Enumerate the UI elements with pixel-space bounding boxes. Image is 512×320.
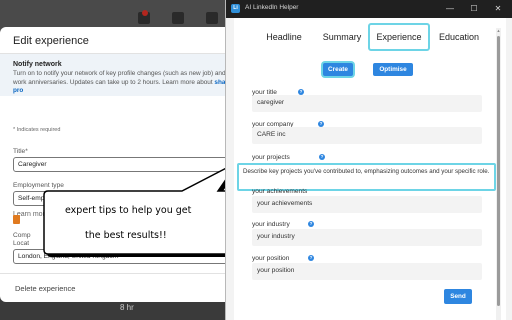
help-icon[interactable]: ? — [319, 154, 325, 160]
scrollbar-thumb[interactable] — [497, 36, 500, 306]
your-achievements-label: your achievements — [252, 188, 308, 195]
projects-tooltip: Describe key projects you've contributed… — [237, 163, 496, 191]
divider — [0, 273, 256, 274]
title-label: Title* — [13, 148, 28, 155]
window-title: AI LinkedIn Helper — [245, 4, 299, 11]
app-icon: Li — [231, 4, 240, 13]
close-button[interactable]: ✕ — [487, 2, 509, 16]
title-bar: Li AI LinkedIn Helper — ☐ ✕ — [226, 0, 512, 18]
required-note: * Indicates required — [13, 127, 61, 133]
briefcase-icon — [206, 12, 218, 24]
company-label: Comp — [13, 232, 31, 239]
tab-education[interactable]: Education — [430, 23, 488, 51]
company-logo-icon — [13, 215, 20, 224]
maximize-button[interactable]: ☐ — [463, 2, 485, 16]
send-button[interactable]: Send — [444, 289, 472, 304]
employment-type-select[interactable]: Self-employed — [13, 191, 238, 206]
location-label: Locat — [13, 240, 30, 247]
your-position-input[interactable]: your position — [252, 263, 482, 280]
your-industry-input[interactable]: your industry — [252, 229, 482, 246]
your-achievements-input[interactable]: your achievements — [252, 196, 482, 213]
notify-network-text: Turn on to notify your network of key pr… — [13, 70, 238, 96]
help-icon[interactable]: ? — [308, 221, 314, 227]
edit-experience-modal: Edit experience Notify network Turn on t… — [0, 27, 256, 302]
bubble-text-line2: the best results!! — [85, 230, 167, 241]
minimize-button[interactable]: — — [439, 2, 461, 16]
background-timestamp: 8 hr — [120, 303, 134, 312]
scroll-up-icon[interactable]: ▲ — [496, 28, 501, 34]
delete-experience-button[interactable]: Delete experience — [15, 284, 75, 293]
your-industry-label: your industry — [252, 221, 290, 228]
your-position-label: your position — [252, 255, 290, 262]
ai-linkedin-helper-window: Li AI LinkedIn Helper — ☐ ✕ Headline Sum… — [225, 0, 512, 320]
helper-panel: Headline Summary Experience Education Cr… — [234, 18, 506, 320]
tab-experience[interactable]: Experience — [368, 23, 430, 51]
title-input[interactable]: Caregiver — [13, 157, 238, 172]
your-company-input[interactable]: CARE inc — [252, 127, 482, 144]
notify-network-title: Notify network — [13, 61, 62, 68]
help-icon[interactable]: ? — [308, 255, 314, 261]
notification-badge — [142, 10, 148, 16]
tab-headline[interactable]: Headline — [256, 23, 312, 51]
your-title-input[interactable]: caregiver — [252, 95, 482, 112]
bubble-text-line1: expert tips to help you get — [65, 205, 192, 216]
optimise-button[interactable]: Optimise — [373, 63, 413, 76]
your-projects-label: your projects — [252, 154, 290, 161]
tab-summary[interactable]: Summary — [314, 23, 370, 51]
modal-title: Edit experience — [13, 35, 89, 47]
employment-type-label: Employment type — [13, 182, 64, 189]
grid-icon — [172, 12, 184, 24]
location-input[interactable]: London, England, United Kingdom — [13, 249, 238, 264]
create-button[interactable]: Create — [323, 63, 353, 76]
